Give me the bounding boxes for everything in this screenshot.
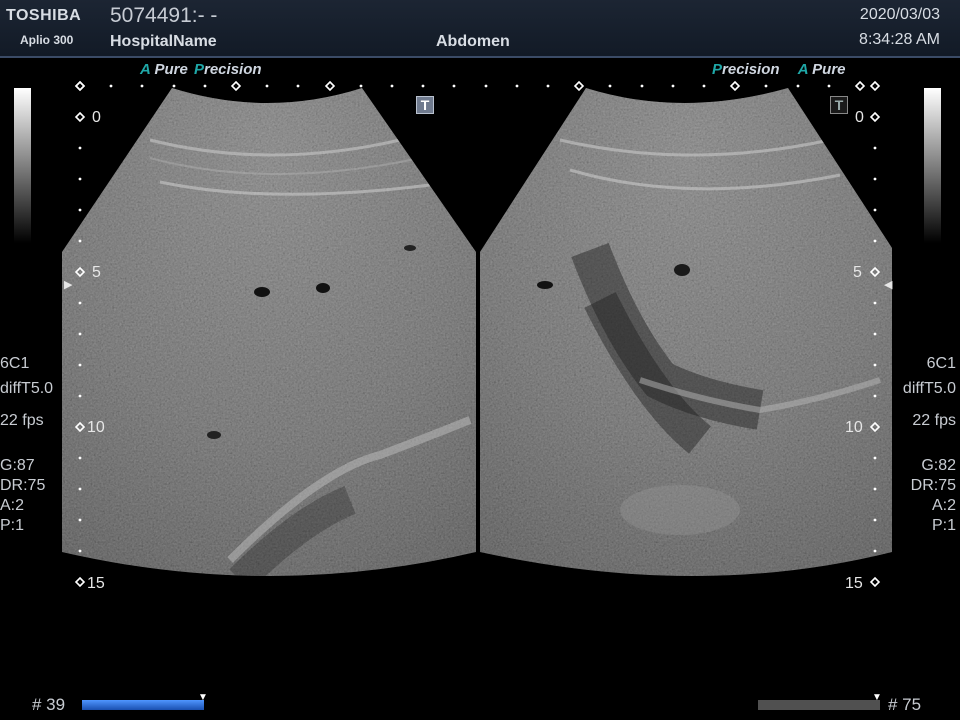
top-scale-markers [74, 80, 866, 92]
depth-label-0-right: 0 [855, 109, 864, 126]
cine-bar-right[interactable] [758, 700, 880, 710]
depth-minor-tick [78, 487, 82, 491]
depth-major-diamond-icon [869, 576, 881, 588]
depth-minor-tick [873, 332, 877, 336]
cine-marker-right-icon[interactable]: ▼ [872, 692, 882, 703]
depth-label-5-right: 5 [853, 264, 862, 281]
ultrasound-image-left[interactable] [60, 80, 480, 600]
depth-minor-tick [873, 394, 877, 398]
cine-marker-left-icon[interactable]: ▼ [198, 692, 208, 703]
frame-number-left: # 39 [32, 695, 66, 714]
depth-label-5-left: 5 [92, 264, 101, 281]
depth-minor-tick [78, 549, 82, 553]
depth-minor-tick [78, 239, 82, 243]
depth-minor-tick [873, 549, 877, 553]
depth-minor-tick [873, 208, 877, 212]
depth-minor-tick [873, 456, 877, 460]
top-scale-diamond-icon [324, 80, 336, 92]
top-scale-tick [359, 84, 363, 88]
depth-minor-tick [78, 518, 82, 522]
depth-minor-tick [78, 456, 82, 460]
grayscale-bar-left [14, 88, 31, 243]
t-button-left[interactable]: T [416, 96, 434, 114]
persistence-label-right: P:1 [931, 517, 956, 534]
cine-progress-right [758, 700, 880, 710]
top-scale-tick [702, 84, 706, 88]
fps-label-left: 22 fps [0, 412, 44, 429]
ultrasound-image-right[interactable] [478, 80, 898, 600]
dr-label-right: DR:75 [910, 477, 956, 494]
depth-major-diamond-icon [74, 576, 86, 588]
cine-bar-left[interactable] [82, 700, 204, 710]
mode-label-right: diffT5.0 [902, 380, 956, 397]
top-scale-tick [608, 84, 612, 88]
depth-minor-tick [873, 518, 877, 522]
top-scale-tick [265, 84, 269, 88]
focus-marker-right-icon[interactable]: ◀ [884, 278, 892, 291]
top-scale-diamond-icon [854, 80, 866, 92]
depth-label-15-right: 15 [845, 575, 863, 592]
top-scale-tick [827, 84, 831, 88]
dr-label-left: DR:75 [0, 477, 46, 494]
top-scale-tick [484, 84, 488, 88]
depth-major-diamond-icon [869, 111, 881, 123]
depth-minor-tick [873, 301, 877, 305]
top-scale-diamond-icon [230, 80, 242, 92]
top-scale-tick [452, 84, 456, 88]
acoustic-label-right: A:2 [931, 497, 956, 514]
depth-minor-tick [78, 394, 82, 398]
top-scale-tick [764, 84, 768, 88]
top-scale-diamond-icon [729, 80, 741, 92]
top-scale-tick [421, 84, 425, 88]
top-scale-diamond-icon [573, 80, 585, 92]
depth-minor-tick [873, 363, 877, 367]
depth-major-diamond-icon [74, 111, 86, 123]
depth-label-0-left: 0 [92, 109, 101, 126]
depth-top-diamond-icon [74, 80, 86, 92]
focus-marker-left-icon[interactable]: ▶ [64, 278, 72, 291]
gain-label-right: G:82 [921, 457, 956, 474]
top-scale-tick [546, 84, 550, 88]
probe-label-right: 6C1 [926, 355, 956, 372]
depth-minor-tick [873, 146, 877, 150]
ultrasound-display [60, 80, 898, 600]
frame-number-right: # 75 [888, 695, 922, 714]
depth-minor-tick [78, 363, 82, 367]
mode-label-left: diffT5.0 [0, 380, 54, 397]
acoustic-label-left: A:2 [0, 497, 25, 514]
t-button-right[interactable]: T [830, 96, 848, 114]
top-scale-tick [515, 84, 519, 88]
fps-label-right: 22 fps [912, 412, 956, 429]
depth-top-diamond-icon [869, 80, 881, 92]
top-scale-tick [390, 84, 394, 88]
top-scale-tick [796, 84, 800, 88]
depth-minor-tick [78, 146, 82, 150]
top-scale-tick [172, 84, 176, 88]
top-scale-diamond-icon [74, 80, 86, 92]
gain-label-left: G:87 [0, 457, 35, 474]
depth-minor-tick [873, 487, 877, 491]
depth-label-10-left: 10 [87, 419, 105, 436]
cine-progress-left [82, 700, 204, 710]
persistence-label-left: P:1 [0, 517, 25, 534]
depth-minor-tick [873, 239, 877, 243]
depth-minor-tick [78, 208, 82, 212]
depth-minor-tick [78, 301, 82, 305]
depth-minor-tick [78, 332, 82, 336]
depth-minor-tick [873, 177, 877, 181]
top-scale-tick [640, 84, 644, 88]
depth-label-15-left: 15 [87, 575, 105, 592]
depth-minor-tick [78, 177, 82, 181]
top-scale-tick [140, 84, 144, 88]
top-scale-tick [109, 84, 113, 88]
grayscale-bar-right [924, 88, 941, 243]
top-scale-tick [203, 84, 207, 88]
depth-label-10-right: 10 [845, 419, 863, 436]
top-scale-tick [296, 84, 300, 88]
top-scale-tick [671, 84, 675, 88]
probe-label-left: 6C1 [0, 355, 30, 372]
